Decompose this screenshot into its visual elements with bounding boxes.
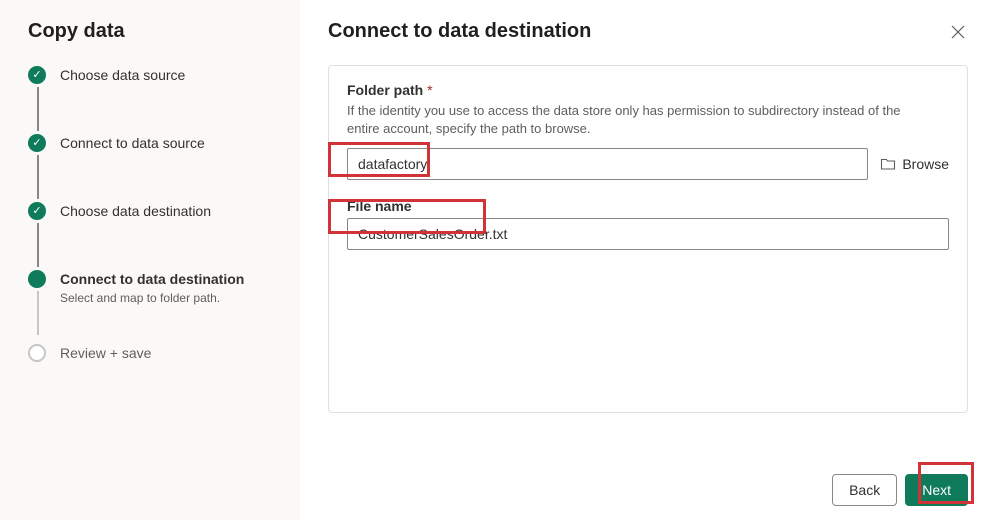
folder-path-label: Folder path * [347, 82, 949, 98]
folder-path-input[interactable] [347, 148, 868, 180]
future-step-icon [28, 344, 46, 362]
file-name-label: File name [347, 198, 949, 214]
step-review-save[interactable]: Review + save [28, 343, 276, 391]
close-button[interactable] [948, 22, 968, 42]
folder-path-description: If the identity you use to access the da… [347, 102, 907, 138]
wizard-footer: Back Next [832, 474, 968, 506]
page-title: Connect to data destination [328, 20, 968, 43]
wizard-title: Copy data [28, 20, 276, 43]
main-panel: Connect to data destination Folder path … [300, 0, 996, 520]
close-icon [950, 24, 966, 40]
check-icon: ✓ [28, 134, 46, 152]
check-icon: ✓ [28, 66, 46, 84]
browse-button[interactable]: Browse [880, 156, 949, 172]
required-marker: * [427, 82, 432, 98]
file-name-input[interactable] [347, 218, 949, 250]
step-connector [37, 87, 39, 131]
folder-icon [880, 156, 896, 172]
next-button[interactable]: Next [905, 474, 968, 506]
step-connect-to-data-destination[interactable]: Connect to data destination Select and m… [28, 269, 276, 317]
form-card: Folder path * If the identity you use to… [328, 65, 968, 413]
current-step-icon [28, 270, 46, 288]
file-name-field-group: File name [347, 198, 949, 250]
step-connect-to-data-source[interactable]: ✓ Connect to data source [28, 133, 276, 181]
step-choose-data-destination[interactable]: ✓ Choose data destination [28, 201, 276, 249]
step-connector [37, 155, 39, 199]
back-button[interactable]: Back [832, 474, 897, 506]
step-connector [37, 291, 39, 335]
folder-path-field-group: Folder path * If the identity you use to… [347, 82, 949, 180]
step-connector [37, 223, 39, 267]
wizard-sidebar: Copy data ✓ Choose data source ✓ Connect… [0, 0, 300, 520]
check-icon: ✓ [28, 202, 46, 220]
step-choose-data-source[interactable]: ✓ Choose data source [28, 65, 276, 113]
